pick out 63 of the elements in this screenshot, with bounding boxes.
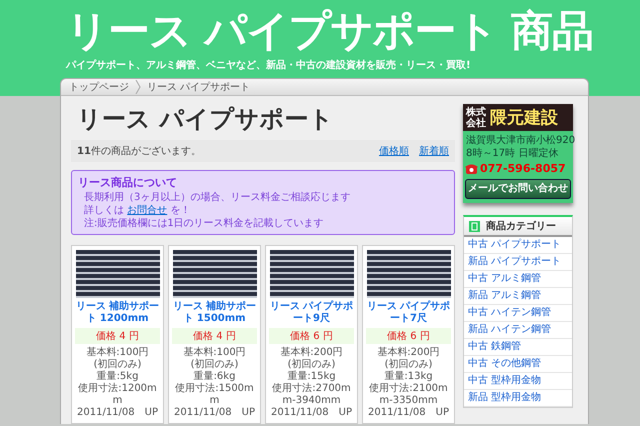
notice-text: 詳しくは お問合せ を！: [83, 204, 192, 217]
product-price: 価格 6 円: [269, 328, 354, 344]
photo-placeholder[interactable]: [366, 250, 450, 298]
product-detail: 重量:13kg: [384, 371, 433, 382]
product-date: 2011/11/08 UP: [77, 407, 158, 419]
tagline: パイプサポート、アルミ鋼管、ベニヤなど、新品・中古の建設資材を販売・リース・買取!: [66, 58, 472, 72]
sort-link[interactable]: 価格順: [379, 144, 409, 158]
category-link[interactable]: 新品 アルミ鋼管: [464, 288, 572, 305]
category-link[interactable]: 新品 ハイテン鋼管: [464, 322, 572, 339]
result-count: 11件の商品がございます。: [77, 144, 201, 158]
category-link[interactable]: 中古 鉄鋼管: [464, 339, 572, 356]
notice-title: リース商品について: [78, 175, 178, 190]
product-name[interactable]: リース 補助サポート 1500mm: [172, 301, 257, 325]
category-link[interactable]: 中古 ハイテン鋼管: [464, 305, 572, 322]
product-price: 価格 6 円: [366, 328, 451, 344]
logo-text: 株式会社: [466, 106, 487, 128]
category-link[interactable]: 新品 型枠用金物: [464, 390, 572, 407]
sort-link[interactable]: 新着順: [419, 144, 449, 158]
product-name[interactable]: リース パイプサポート7尺: [366, 301, 451, 325]
product-detail: 基本料:100円: [183, 347, 246, 358]
product-detail: 使用寸法:1500mm: [174, 383, 255, 407]
product-detail: (初回のみ): [384, 359, 432, 370]
site-title: リース パイプサポート 商品: [66, 6, 594, 56]
category-link[interactable]: 新品 パイプサポート: [464, 254, 572, 271]
notice-text: 長期利用（3ヶ月以上）の場合、リース料金ご相談応じます: [83, 191, 352, 204]
product-date: 2011/11/08 UP: [368, 407, 449, 419]
product-name[interactable]: リース パイプサポート9尺: [269, 301, 354, 325]
logo-name: 隈元建設: [490, 107, 558, 129]
product-detail: 使用寸法:2100mm-3350mm: [368, 383, 449, 407]
notice-text: 注:販売価格欄には1日のリース料金を記載しています: [83, 217, 325, 230]
product-detail: 基本料:100円: [86, 347, 149, 358]
phone-number: 077-596-8057: [480, 162, 566, 175]
product-detail: (初回のみ): [288, 359, 336, 370]
product-date: 2011/11/08 UP: [174, 407, 255, 419]
product-price: 価格 4 円: [172, 328, 257, 344]
product-detail: 使用寸法:1200mm: [77, 383, 158, 407]
product-name[interactable]: リース 補助サポート 1200mm: [75, 301, 160, 325]
product-detail: 基本料:200円: [377, 347, 440, 358]
phone-icon: [465, 162, 478, 174]
product-detail: (初回のみ): [94, 359, 142, 370]
mail-inquiry-button[interactable]: メールでお問い合わせ: [465, 179, 571, 199]
product-detail: 重量:6kg: [194, 371, 236, 382]
photo-placeholder[interactable]: [270, 250, 354, 298]
category-link[interactable]: 中古 その他鋼管: [464, 356, 572, 373]
page-title: リース パイプサポート: [77, 104, 334, 134]
category-link[interactable]: 中古 アルミ鋼管: [464, 271, 572, 288]
product-detail: 使用寸法:2700mm-3940mm: [271, 383, 352, 407]
product-date: 2011/11/08 UP: [271, 407, 352, 419]
product-price: 価格 4 円: [75, 328, 160, 344]
photo-placeholder[interactable]: [172, 250, 256, 298]
category-title: 商品カテゴリー: [486, 219, 556, 233]
product-detail: 重量:5kg: [96, 371, 138, 382]
category-link[interactable]: 中古 型枠用金物: [464, 373, 572, 390]
product-detail: 重量:15kg: [287, 371, 336, 382]
category-link[interactable]: 中古 パイプサポート: [464, 237, 572, 254]
category-icon: [469, 220, 480, 232]
product-detail: 基本料:200円: [280, 347, 343, 358]
breadcrumb-link[interactable]: トップページ: [69, 80, 129, 94]
photo-placeholder[interactable]: [76, 250, 160, 298]
business-hours: 8時～17時 日曜定休: [465, 147, 560, 160]
product-detail: (初回のみ): [190, 359, 238, 370]
contact-link[interactable]: お問合せ: [127, 205, 168, 216]
breadcrumb-link[interactable]: リース パイプサポート: [147, 80, 250, 94]
